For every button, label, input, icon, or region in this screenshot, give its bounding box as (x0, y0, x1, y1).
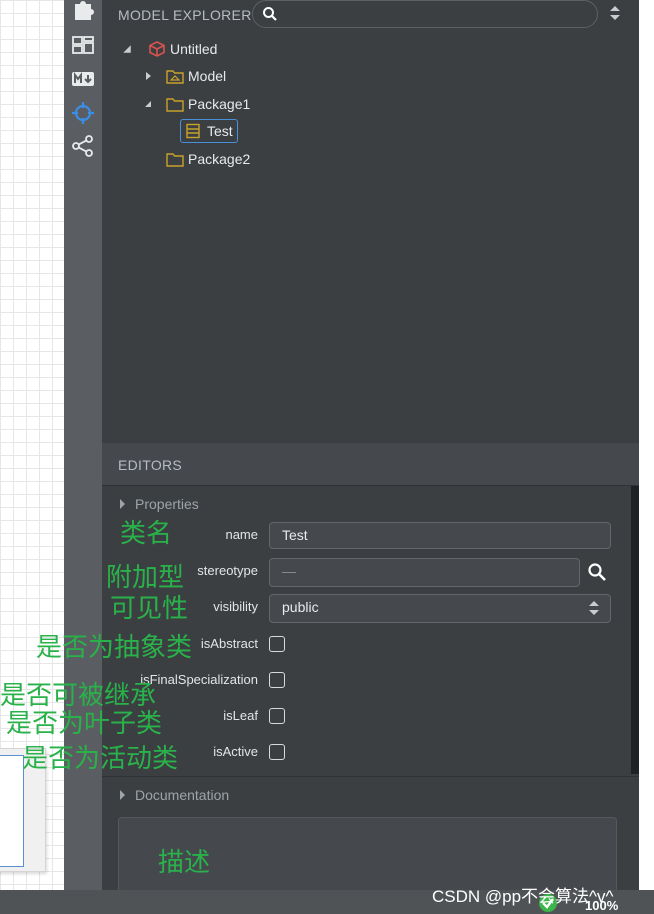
visibility-select[interactable]: public (269, 594, 611, 623)
watermark-text: CSDN @pp不会算法^v^ (432, 887, 614, 906)
isactive-label: isActive (213, 744, 258, 759)
annotation-active: 是否为活动类 (22, 743, 179, 773)
tree-item-label: Untitled (170, 41, 218, 57)
tree-item-label: Test (207, 123, 233, 139)
crosshair-target-icon[interactable] (71, 101, 95, 125)
isfinalspecialization-checkbox[interactable] (269, 672, 285, 688)
properties-section-toggle[interactable]: Properties (120, 496, 199, 512)
share-nodes-icon[interactable] (71, 134, 95, 158)
editors-header: EDITORS (102, 443, 639, 486)
model-explorer-title: MODEL EXPLORER (118, 7, 252, 23)
stereotype-search-icon[interactable] (587, 562, 607, 587)
collapsed-triangle-icon (120, 790, 125, 800)
tree-item-package2[interactable]: Package2 (166, 148, 250, 170)
properties-scrollbar[interactable] (631, 486, 639, 774)
stereotype-field[interactable]: — (269, 558, 580, 587)
annotation-stereotype: 附加型 (106, 562, 185, 592)
annotation-abstract: 是否为抽象类 (36, 632, 193, 662)
annotation-final: 是否可被继承 (0, 680, 157, 710)
isabstract-label: isAbstract (200, 636, 258, 651)
expanded-triangle-icon[interactable] (122, 44, 132, 54)
visibility-label: visibility (213, 599, 258, 614)
search-icon (262, 6, 278, 27)
documentation-section-toggle[interactable]: Documentation (120, 787, 229, 803)
tree-item-untitled[interactable]: Untitled (122, 38, 217, 60)
tree-item-test[interactable]: Test (180, 119, 238, 143)
isleaf-label: isLeaf (223, 708, 258, 723)
isactive-checkbox[interactable] (269, 744, 285, 760)
tree-item-label: Package2 (188, 151, 251, 167)
markdown-icon[interactable] (71, 68, 95, 92)
tree-item-label: Model (188, 68, 227, 84)
tree-item-package1[interactable]: Package1 (144, 93, 250, 115)
editors-title: EDITORS (118, 457, 183, 473)
model-search-input[interactable] (252, 0, 598, 28)
select-arrows-icon (589, 601, 599, 615)
model-explorer-header: MODEL EXPLORER (102, 0, 639, 30)
isfinalspecialization-label: isFinalSpecialization (140, 672, 258, 687)
model-folder-icon (166, 70, 184, 84)
annotation-visibility: 可见性 (110, 593, 189, 623)
name-field[interactable]: Test (269, 522, 611, 549)
diagram-element-body[interactable] (0, 755, 24, 867)
right-panel: MODEL EXPLORER Untitled Model Package1 T… (102, 0, 639, 899)
extensions-puzzle-icon[interactable] (71, 0, 95, 24)
annotation-class-name: 类名 (120, 518, 173, 548)
documentation-header: Documentation (102, 776, 639, 815)
name-label: name (225, 527, 258, 542)
sort-updown-icon[interactable] (608, 4, 622, 27)
window-right-edge (639, 0, 654, 890)
expanded-triangle-icon[interactable] (144, 100, 152, 108)
annotation-description: 描述 (158, 847, 211, 877)
properties-editor: Properties name Test stereotype — visibi… (102, 486, 639, 776)
annotation-leaf: 是否为叶子类 (6, 708, 163, 738)
tree-item-label: Package1 (188, 96, 251, 112)
isabstract-checkbox[interactable] (269, 636, 285, 652)
collapsed-triangle-icon (120, 499, 125, 509)
package-folder-icon (166, 98, 184, 112)
project-cube-icon (149, 41, 165, 57)
class-icon (186, 123, 200, 139)
tree-item-model[interactable]: Model (145, 65, 226, 87)
collapsed-triangle-icon[interactable] (145, 71, 152, 81)
package-folder-icon (166, 153, 184, 167)
layout-panels-icon[interactable] (71, 34, 95, 58)
stereotype-label: stereotype (197, 563, 258, 578)
isleaf-checkbox[interactable] (269, 708, 285, 724)
